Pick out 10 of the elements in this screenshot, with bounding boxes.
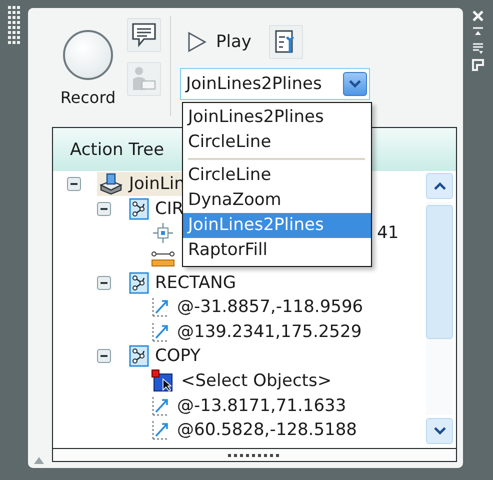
- tree-node-label: @60.5828,-128.5188: [177, 420, 357, 440]
- tree-node-label: RECTANG: [155, 272, 236, 293]
- tree-node-label: <Select Objects>: [181, 371, 332, 392]
- tree-node-label: CIR: [155, 198, 184, 219]
- tree-node-label: @-31.8857,-118.9596: [177, 297, 364, 318]
- tree-node-label: @-13.8171,71.1633: [177, 396, 346, 416]
- tree-node-label: @139.2341,175.2529: [177, 322, 362, 342]
- tree-title: Action Tree: [70, 140, 164, 160]
- tree-node-label: COPY: [155, 346, 201, 366]
- record-label: Record: [60, 88, 116, 107]
